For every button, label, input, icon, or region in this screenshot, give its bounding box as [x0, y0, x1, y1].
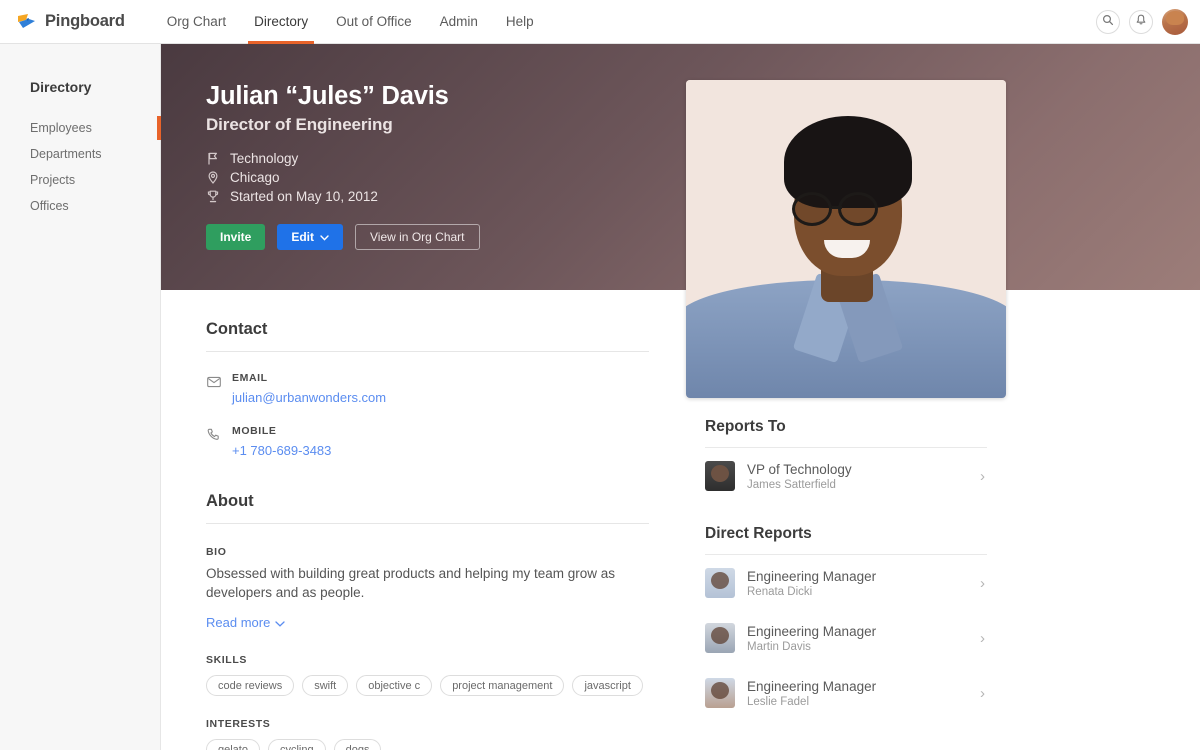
contact-field-email: EMAIL julian@urbanwonders.com [206, 372, 686, 405]
avatar [705, 568, 735, 598]
sidebar-item-departments[interactable]: Departments [0, 141, 160, 167]
left-sidebar: Directory Employees Departments Projects… [0, 44, 161, 750]
contact-field-mobile: MOBILE +1 780-689-3483 [206, 425, 686, 458]
photo-glasses-bridge [832, 206, 842, 209]
sidebar-title: Directory [30, 79, 92, 95]
flag-icon [206, 152, 220, 166]
search-button[interactable] [1096, 9, 1120, 34]
skill-tag[interactable]: project management [440, 675, 565, 696]
mobile-value[interactable]: +1 780-689-3483 [232, 443, 331, 458]
map-pin-icon [206, 171, 220, 185]
mobile-label: MOBILE [232, 425, 277, 437]
chevron-right-icon: › [980, 629, 985, 647]
direct-report-row[interactable]: Engineering Manager Martin Davis › [705, 610, 987, 665]
sidebar-item-projects[interactable]: Projects [0, 167, 160, 193]
meta-location-text: Chicago [230, 170, 280, 185]
email-label: EMAIL [232, 372, 268, 384]
bio-label: BIO [206, 546, 227, 558]
reports-to-heading: Reports To [705, 398, 987, 448]
reports-to-row[interactable]: VP of Technology James Satterfield › [705, 448, 987, 503]
about-section-heading: About [206, 492, 649, 524]
chevron-down-icon [275, 615, 285, 630]
skill-tag[interactable]: javascript [572, 675, 643, 696]
phone-icon [206, 427, 221, 442]
interests-tag-list: gelato cycling dogs [206, 739, 666, 750]
skill-tag[interactable]: objective c [356, 675, 433, 696]
direct-report-row[interactable]: Engineering Manager Leslie Fadel › [705, 665, 987, 720]
chevron-right-icon: › [980, 574, 985, 592]
edit-button[interactable]: Edit [277, 224, 344, 250]
nav-tab-directory[interactable]: Directory [240, 0, 322, 44]
person-name: Martin Davis [747, 640, 811, 653]
person-text: Engineering Manager Martin Davis [747, 624, 968, 653]
nav-tab-org-chart[interactable]: Org Chart [153, 0, 240, 44]
read-more-button[interactable]: Read more [206, 615, 285, 630]
profile-banner: Julian “Jules” Davis Director of Enginee… [161, 44, 1200, 290]
top-navigation-bar: Pingboard Org Chart Directory Out of Off… [0, 0, 1200, 44]
person-role: Engineering Manager [747, 568, 877, 584]
nav-tab-admin[interactable]: Admin [426, 0, 492, 44]
chevron-right-icon: › [980, 684, 985, 702]
person-role: Engineering Manager [747, 623, 877, 639]
chevron-down-icon [320, 230, 329, 244]
invite-button[interactable]: Invite [206, 224, 266, 250]
nav-actions [1096, 8, 1188, 35]
person-text: Engineering Manager Leslie Fadel [747, 679, 968, 708]
read-more-label: Read more [206, 615, 271, 630]
person-name: James Satterfield [747, 478, 836, 491]
email-value[interactable]: julian@urbanwonders.com [232, 390, 386, 405]
avatar[interactable] [1162, 8, 1188, 35]
brand-name: Pingboard [45, 12, 125, 30]
direct-reports-heading: Direct Reports [705, 503, 987, 555]
meta-start-date-text: Started on May 10, 2012 [230, 189, 378, 204]
chevron-right-icon: › [980, 467, 985, 485]
skill-tag[interactable]: swift [302, 675, 349, 696]
view-in-org-chart-button[interactable]: View in Org Chart [355, 224, 480, 250]
photo-glasses-right [838, 192, 878, 226]
interest-tag[interactable]: gelato [206, 739, 260, 750]
banner-content: Julian “Jules” Davis Director of Enginee… [161, 44, 1200, 250]
meta-department-text: Technology [230, 151, 299, 166]
sidebar-item-employees[interactable]: Employees [0, 115, 161, 141]
edit-button-label: Edit [291, 230, 315, 244]
person-role: Engineering Manager [747, 678, 877, 694]
bell-icon [1135, 13, 1147, 31]
interest-tag[interactable]: dogs [333, 739, 382, 750]
person-name: Renata Dicki [747, 585, 813, 598]
avatar [705, 461, 735, 491]
photo-glasses-left [792, 192, 832, 226]
skill-tag[interactable]: code reviews [206, 675, 295, 696]
mail-icon [206, 374, 221, 389]
notifications-button[interactable] [1129, 9, 1153, 34]
person-role: VP of Technology [747, 461, 852, 477]
app-root: Pingboard Org Chart Directory Out of Off… [0, 0, 1200, 750]
contact-section-heading: Contact [206, 320, 649, 352]
avatar [705, 678, 735, 708]
nav-tab-help[interactable]: Help [492, 0, 548, 44]
interests-label: INTERESTS [206, 718, 271, 730]
skills-tag-list: code reviews swift objective c project m… [206, 675, 666, 696]
profile-photo [686, 80, 1006, 398]
direct-report-row[interactable]: Engineering Manager Renata Dicki › [705, 555, 987, 610]
person-name: Leslie Fadel [747, 695, 810, 708]
interest-tag[interactable]: cycling [267, 739, 326, 750]
profile-details-column: Contact EMAIL julian@urbanwonders.com MO… [161, 290, 686, 750]
trophy-icon [206, 190, 220, 204]
pingboard-logo-icon [17, 13, 37, 31]
relationships-column: Reports To VP of Technology James Satter… [686, 398, 1006, 720]
nav-tab-out-of-office[interactable]: Out of Office [322, 0, 426, 44]
sidebar-item-offices[interactable]: Offices [0, 193, 160, 219]
skills-label: SKILLS [206, 654, 247, 666]
sidebar-nav-list: Employees Departments Projects Offices [0, 115, 161, 219]
profile-photo-card [686, 80, 1006, 398]
search-icon [1102, 13, 1114, 31]
brand-logo[interactable]: Pingboard [17, 12, 125, 31]
nav-tabs: Org Chart Directory Out of Office Admin … [153, 0, 548, 44]
bio-text: Obsessed with building great products an… [206, 566, 615, 600]
person-text: Engineering Manager Renata Dicki [747, 569, 968, 598]
person-text: VP of Technology James Satterfield [747, 462, 968, 491]
avatar [705, 623, 735, 653]
